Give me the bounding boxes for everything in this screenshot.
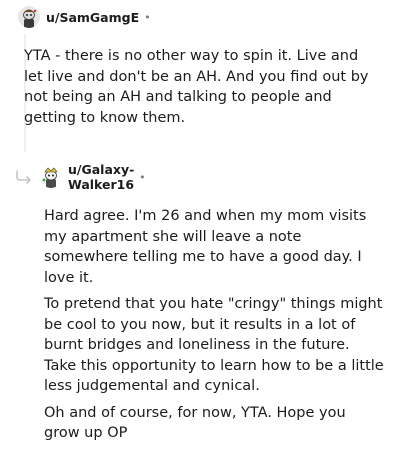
username[interactable]: u/Galaxy-Walker16 (68, 162, 134, 192)
comment-header: u/SamGamgE • (18, 6, 151, 28)
comment-paragraph: Oh and of course, for now, YTA. Hope you… (44, 404, 346, 442)
separator-dot: • (139, 170, 146, 184)
comment-body: Hard agree. I'm 26 and when my mom visit… (44, 206, 384, 450)
snoo-avatar-icon[interactable] (18, 6, 40, 28)
comment-paragraph: YTA - there is no other way to spin it. … (24, 48, 369, 126)
separator-dot: • (144, 10, 151, 24)
snoo-avatar-icon[interactable] (40, 166, 62, 188)
comment-paragraph: Hard agree. I'm 26 and when my mom visit… (44, 208, 367, 286)
username[interactable]: u/SamGamgE (46, 10, 139, 25)
comment-paragraph: To pretend that you hate "cringy" things… (44, 296, 384, 394)
reply-arrow-icon (16, 170, 31, 184)
comment-body: YTA - there is no other way to spin it. … (24, 46, 374, 134)
comment-header: u/Galaxy-Walker16 • (14, 162, 146, 192)
